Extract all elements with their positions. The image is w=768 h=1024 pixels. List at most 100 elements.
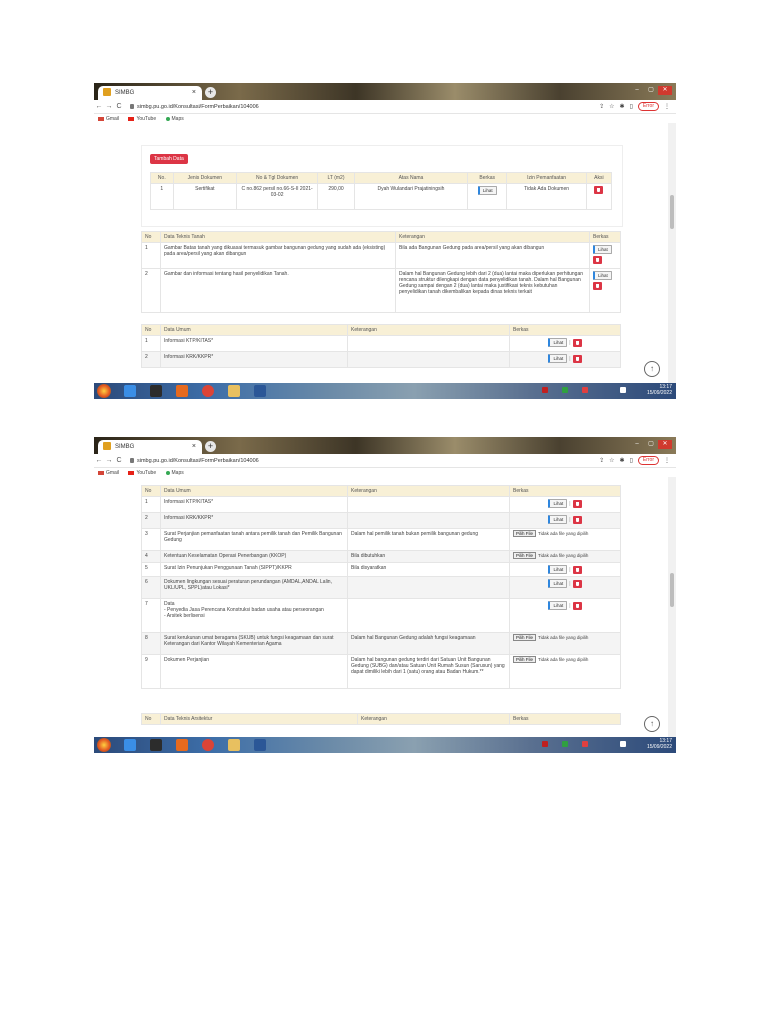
bookmark-gmail[interactable]: Gmail	[98, 470, 119, 476]
chrome-icon[interactable]	[202, 739, 214, 751]
back-icon[interactable]: ←	[94, 457, 104, 464]
screenshot-1: SIMBG × + – ▢ ✕ ← → C simbg.pu.go.id/Konsu…	[94, 83, 676, 399]
view-button[interactable]: Lihat	[593, 245, 612, 254]
cell-atas-nama: Dyah Wulandari Prajatiningsih	[353, 183, 468, 210]
forward-icon[interactable]: →	[104, 103, 114, 110]
choose-file-button[interactable]: Pilih File	[513, 656, 537, 663]
tray-action-center-icon[interactable]	[620, 387, 626, 393]
chrome-icon[interactable]	[202, 385, 214, 397]
tray-network-icon[interactable]	[562, 387, 568, 393]
back-icon[interactable]: ←	[94, 103, 104, 110]
share-icon[interactable]: ⇪	[599, 457, 604, 464]
url-field[interactable]: simbg.pu.go.id/Konsultasi/FormPerbaikan/…	[130, 104, 259, 110]
maximize-icon[interactable]: ▢	[644, 86, 658, 95]
reload-icon[interactable]: C	[114, 103, 124, 110]
tray-flag-icon[interactable]	[542, 387, 548, 393]
bookmark-youtube[interactable]: YouTube	[128, 116, 156, 122]
minimize-icon[interactable]: –	[630, 440, 644, 449]
tab-title: SIMBG	[115, 90, 135, 96]
cell-no: 2	[141, 268, 161, 313]
delete-icon[interactable]	[572, 565, 582, 574]
table-row: 1 Informasi KTP/KITAS* Lihat |	[141, 496, 621, 513]
menu-icon[interactable]: ⋮	[664, 457, 670, 464]
bookmark-gmail[interactable]: Gmail	[98, 116, 119, 122]
view-button[interactable]: Lihat	[593, 271, 612, 280]
close-window-icon[interactable]: ✕	[658, 86, 672, 95]
view-button[interactable]: Lihat	[548, 354, 568, 363]
ie-icon[interactable]	[124, 385, 136, 397]
delete-icon[interactable]	[572, 338, 582, 347]
delete-icon[interactable]	[572, 515, 582, 524]
tray-network-icon[interactable]	[562, 741, 568, 747]
delete-icon[interactable]	[594, 186, 604, 194]
media-player-icon[interactable]	[150, 385, 162, 397]
bookmark-youtube[interactable]: YouTube	[128, 470, 156, 476]
minimize-icon[interactable]: –	[630, 86, 644, 95]
firefox-icon[interactable]	[176, 739, 188, 751]
delete-icon[interactable]	[572, 601, 582, 610]
view-button[interactable]: Lihat	[548, 338, 568, 347]
scrollbar-thumb[interactable]	[670, 573, 674, 607]
word-icon[interactable]	[254, 739, 266, 751]
browser-tab[interactable]: SIMBG ×	[98, 440, 202, 454]
taskbar-clock[interactable]: 13:17 15/09/2022	[647, 738, 672, 750]
sidebar-icon[interactable]: ▯	[630, 103, 633, 110]
choose-file-button[interactable]: Pilih File	[513, 530, 537, 537]
menu-icon[interactable]: ⋮	[664, 103, 670, 110]
separator: |	[569, 581, 571, 587]
extensions-icon[interactable]: ✱	[620, 457, 625, 464]
close-tab-icon[interactable]: ×	[192, 86, 196, 100]
reload-icon[interactable]: C	[114, 457, 124, 464]
scrollbar-thumb[interactable]	[670, 195, 674, 229]
delete-icon[interactable]	[572, 499, 582, 508]
error-badge[interactable]: Error	[637, 456, 659, 465]
browser-tab[interactable]: SIMBG ×	[98, 86, 202, 100]
view-button[interactable]: Lihat	[548, 565, 568, 574]
tray-antivirus-icon[interactable]	[582, 387, 588, 393]
star-icon[interactable]: ☆	[609, 103, 614, 110]
close-tab-icon[interactable]: ×	[192, 440, 196, 454]
delete-icon[interactable]	[593, 282, 602, 290]
star-icon[interactable]: ☆	[609, 457, 614, 464]
page-scrollbar[interactable]	[668, 123, 676, 383]
new-tab-button[interactable]: +	[205, 87, 216, 98]
error-badge[interactable]: Error	[637, 102, 659, 111]
folder-icon[interactable]	[228, 385, 240, 397]
delete-icon[interactable]	[572, 579, 582, 588]
firefox-icon[interactable]	[176, 385, 188, 397]
forward-icon[interactable]: →	[104, 457, 114, 464]
col-header: No	[141, 324, 161, 336]
word-icon[interactable]	[254, 385, 266, 397]
tray-flag-icon[interactable]	[542, 741, 548, 747]
scroll-to-top-button[interactable]: ↑	[644, 361, 660, 377]
start-button-icon[interactable]	[97, 384, 111, 398]
new-tab-button[interactable]: +	[205, 441, 216, 452]
choose-file-button[interactable]: Pilih File	[513, 634, 537, 641]
share-icon[interactable]: ⇪	[599, 103, 604, 110]
view-button[interactable]: Lihat	[548, 515, 568, 524]
url-field[interactable]: simbg.pu.go.id/Konsultasi/FormPerbaikan/…	[130, 458, 259, 464]
bookmark-maps[interactable]: Maps	[165, 116, 184, 122]
tray-antivirus-icon[interactable]	[582, 741, 588, 747]
folder-icon[interactable]	[228, 739, 240, 751]
ie-icon[interactable]	[124, 739, 136, 751]
maximize-icon[interactable]: ▢	[644, 440, 658, 449]
bookmark-maps[interactable]: Maps	[165, 470, 184, 476]
start-button-icon[interactable]	[97, 738, 111, 752]
scroll-to-top-button[interactable]: ↑	[644, 716, 660, 732]
choose-file-button[interactable]: Pilih File	[513, 552, 537, 559]
view-button[interactable]: Lihat	[477, 186, 497, 195]
media-player-icon[interactable]	[150, 739, 162, 751]
tray-action-center-icon[interactable]	[620, 741, 626, 747]
add-document-button[interactable]: Tambah Data	[150, 154, 188, 164]
delete-icon[interactable]	[593, 256, 602, 264]
view-button[interactable]: Lihat	[548, 579, 568, 588]
extensions-icon[interactable]: ✱	[620, 103, 625, 110]
view-button[interactable]: Lihat	[548, 499, 568, 508]
view-button[interactable]: Lihat	[548, 601, 568, 610]
close-window-icon[interactable]: ✕	[658, 440, 672, 449]
delete-icon[interactable]	[572, 354, 582, 363]
taskbar-clock[interactable]: 13:17 15/09/2022	[647, 384, 672, 396]
sidebar-icon[interactable]: ▯	[630, 457, 633, 464]
page-scrollbar[interactable]	[668, 477, 676, 737]
